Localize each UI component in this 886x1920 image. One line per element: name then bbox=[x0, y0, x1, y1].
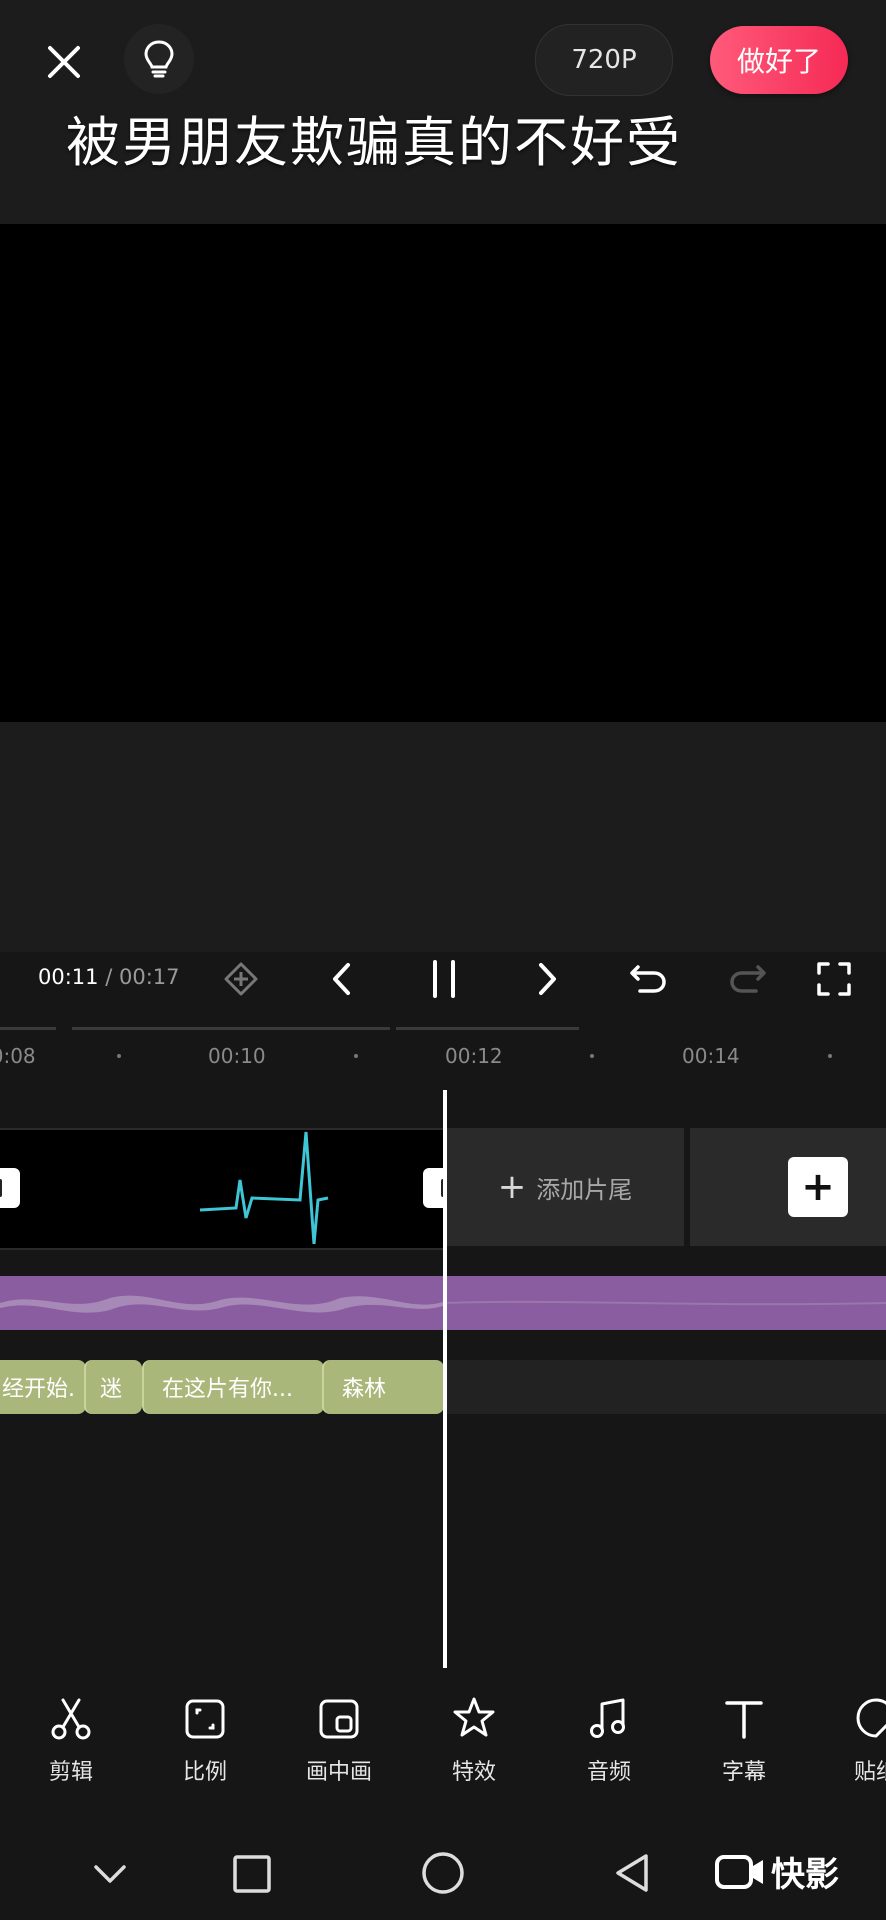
undo-icon[interactable] bbox=[626, 957, 670, 1001]
progress-segment bbox=[0, 1027, 56, 1030]
time-display: 00:11 / 00:17 bbox=[38, 965, 180, 989]
home-icon[interactable] bbox=[419, 1849, 467, 1897]
tool-ratio[interactable]: 比例 bbox=[145, 1696, 265, 1786]
tool-effects[interactable]: 特效 bbox=[414, 1696, 534, 1786]
ruler-label: 00:08 bbox=[0, 1044, 36, 1068]
effects-star-icon bbox=[453, 1697, 495, 1737]
tool-label: 画中画 bbox=[305, 1760, 372, 1785]
video-overlay-title: 被男朋友欺骗真的不好受 bbox=[66, 111, 682, 174]
ruler-label: 00:12 bbox=[445, 1044, 503, 1068]
ruler-dot bbox=[354, 1054, 358, 1058]
tool-label: 字幕 bbox=[721, 1760, 766, 1785]
preview-padding bbox=[0, 722, 886, 952]
pause-icon[interactable] bbox=[420, 955, 468, 1003]
video-preview[interactable] bbox=[0, 224, 886, 722]
tool-label: 音频 bbox=[586, 1760, 631, 1785]
subtitle-chip[interactable]: 在这片有你... bbox=[142, 1360, 324, 1414]
tool-label: 比例 bbox=[182, 1760, 227, 1785]
subtitle-track-background bbox=[444, 1360, 886, 1414]
ruler-label: 00:10 bbox=[208, 1044, 266, 1068]
text-t-icon bbox=[725, 1701, 763, 1739]
tool-label: 剪辑 bbox=[48, 1760, 93, 1785]
plus-icon: + bbox=[497, 1167, 527, 1207]
tool-subtitle[interactable]: 字幕 bbox=[684, 1696, 804, 1786]
sticker-icon bbox=[856, 1698, 886, 1738]
recent-apps-icon[interactable] bbox=[229, 1851, 275, 1897]
time-separator: / bbox=[98, 965, 119, 989]
picture-in-picture-icon bbox=[319, 1699, 359, 1739]
tool-label: 特效 bbox=[451, 1760, 496, 1785]
ratio-icon bbox=[185, 1699, 225, 1739]
fullscreen-icon[interactable] bbox=[812, 957, 856, 1001]
subtitle-chip[interactable]: 经开始. bbox=[0, 1360, 86, 1414]
tool-picture-in-picture[interactable]: 画中画 bbox=[279, 1696, 399, 1786]
ruler-dot bbox=[590, 1054, 594, 1058]
add-tail-button[interactable]: + 添加片尾 bbox=[446, 1128, 684, 1246]
quality-selector[interactable]: 720P bbox=[535, 24, 673, 96]
subtitle-chip[interactable]: 森林 bbox=[322, 1360, 444, 1414]
previous-frame-icon[interactable] bbox=[322, 959, 362, 999]
video-clip-thumbnail[interactable] bbox=[0, 1128, 443, 1250]
subtitle-chip[interactable]: 迷 bbox=[84, 1360, 142, 1414]
current-time: 00:11 bbox=[38, 965, 99, 989]
tool-cut[interactable]: 剪辑 bbox=[11, 1696, 131, 1786]
add-clip-button[interactable]: + bbox=[788, 1157, 848, 1217]
chevron-down-icon[interactable] bbox=[88, 1852, 132, 1896]
scissors-icon bbox=[51, 1698, 91, 1740]
progress-segment bbox=[396, 1027, 579, 1030]
total-time: 00:17 bbox=[118, 965, 180, 989]
ruler-label: 00:14 bbox=[682, 1044, 740, 1068]
tool-label: 贴纸 bbox=[854, 1760, 886, 1785]
playhead[interactable] bbox=[443, 1090, 447, 1668]
ruler-dot bbox=[828, 1054, 832, 1058]
progress-segment bbox=[72, 1027, 390, 1030]
ruler-dot bbox=[117, 1054, 121, 1058]
clip-trim-handle-left[interactable] bbox=[0, 1168, 20, 1208]
done-button[interactable]: 做好了 bbox=[710, 26, 848, 94]
close-icon[interactable] bbox=[40, 38, 88, 86]
watermark-text: 快影 bbox=[771, 1855, 839, 1895]
music-note-icon bbox=[590, 1698, 625, 1738]
back-icon[interactable] bbox=[609, 1850, 655, 1896]
lightbulb-icon[interactable] bbox=[124, 24, 194, 94]
camera-logo-icon bbox=[715, 1854, 763, 1889]
next-frame-icon[interactable] bbox=[527, 959, 567, 999]
heartbeat-waveform-icon bbox=[199, 1131, 329, 1244]
app-watermark: 快影 bbox=[715, 1847, 839, 1896]
tool-audio[interactable]: 音频 bbox=[549, 1696, 669, 1786]
tool-sticker[interactable]: 贴纸 bbox=[812, 1696, 886, 1786]
redo-icon[interactable] bbox=[726, 957, 770, 1001]
keyframe-icon[interactable] bbox=[221, 959, 261, 999]
add-tail-label: 添加片尾 bbox=[536, 1175, 633, 1204]
